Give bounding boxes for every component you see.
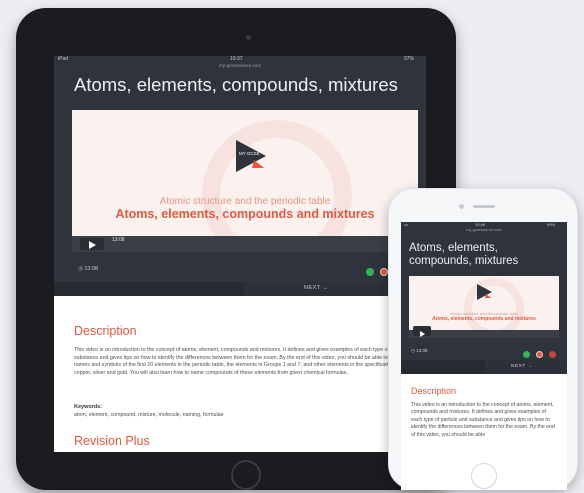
page-title: Atoms, elements, compounds, mixtures (74, 74, 398, 95)
phone-circle-icon[interactable] (535, 351, 543, 359)
phone-check-icon[interactable] (523, 351, 530, 359)
status-carrier: iPad (58, 56, 69, 62)
phone-video-duration: ◷ 13:08 (411, 348, 427, 354)
phone-status-battery: 99% (547, 222, 556, 227)
phone-next-button-label: NEXT → (511, 364, 533, 369)
play-icon (89, 241, 96, 249)
address-bar[interactable]: my-gcsescience.com (54, 63, 426, 70)
keywords-text: atom, element, compound, mixture, molecu… (74, 412, 224, 418)
keywords-label: Keywords: (74, 404, 103, 410)
phone-screen: ••• 10:46 99% my-gcsescience.com Atoms, … (401, 222, 567, 490)
watermark-ring (202, 120, 352, 252)
my-gcse-logo: MY GCSE (232, 138, 268, 174)
phone-status-carrier: ••• (404, 222, 409, 227)
phone-description-text: This video is an introduction to the con… (411, 402, 555, 438)
phone-watermark-ring (464, 278, 524, 334)
status-time: 10:37 (230, 56, 243, 62)
tablet-home-button[interactable] (231, 460, 261, 490)
phone-video-progress-time: 13:08 (435, 326, 444, 330)
phone-play-icon (420, 331, 425, 337)
phone-device: ••• 10:46 99% my-gcsescience.com Atoms, … (388, 188, 578, 490)
clock-icon: ◷ (78, 266, 83, 272)
phone-cross-icon[interactable] (548, 351, 556, 359)
duration-text: 13:08 (84, 266, 99, 272)
tablet-screen: iPad 10:37 97% my-gcsescience.com Atoms,… (54, 56, 426, 452)
phone-video-progress-bar[interactable] (409, 330, 559, 338)
video-duration: ◷ 13:08 (78, 266, 98, 272)
phone-clock-icon: ◷ (411, 348, 415, 353)
description-text: This video is an introduction to the con… (74, 347, 418, 376)
phone-video-player[interactable]: Atomic structure and the periodic table … (409, 276, 559, 334)
play-button[interactable] (80, 238, 104, 250)
circle-icon[interactable] (379, 267, 388, 276)
phone-description-heading: Description (411, 386, 457, 396)
video-player[interactable]: MY GCSE Atomic structure and the periodi… (72, 110, 418, 252)
description-heading: Description (74, 324, 137, 338)
video-title: Atoms, elements, compounds and mixtures (115, 207, 375, 221)
phone-page-title: Atoms, elements, compounds, mixtures (409, 242, 519, 267)
video-subtitle: Atomic structure and the periodic table (159, 196, 331, 207)
phone-logo (475, 283, 493, 301)
logo-text: MY GCSE (239, 151, 260, 156)
phone-home-button[interactable] (471, 463, 497, 489)
phone-status-time: 10:46 (475, 222, 486, 227)
revision-plus-heading: Revision Plus (74, 434, 150, 448)
tablet-camera (246, 35, 251, 40)
tablet-status-bar: iPad 10:37 97% (54, 56, 426, 63)
phone-camera (459, 204, 464, 209)
phone-play-button[interactable] (413, 326, 431, 337)
check-icon[interactable] (366, 267, 374, 276)
status-battery: 97% (404, 56, 415, 62)
phone-video-title: Atoms, elements, compounds and mixtures (432, 316, 536, 322)
next-button-label: NEXT → (304, 285, 329, 291)
video-progress-time: 13:08 (112, 237, 125, 243)
phone-duration-text: 13:08 (416, 348, 428, 353)
phone-speaker (473, 205, 495, 208)
